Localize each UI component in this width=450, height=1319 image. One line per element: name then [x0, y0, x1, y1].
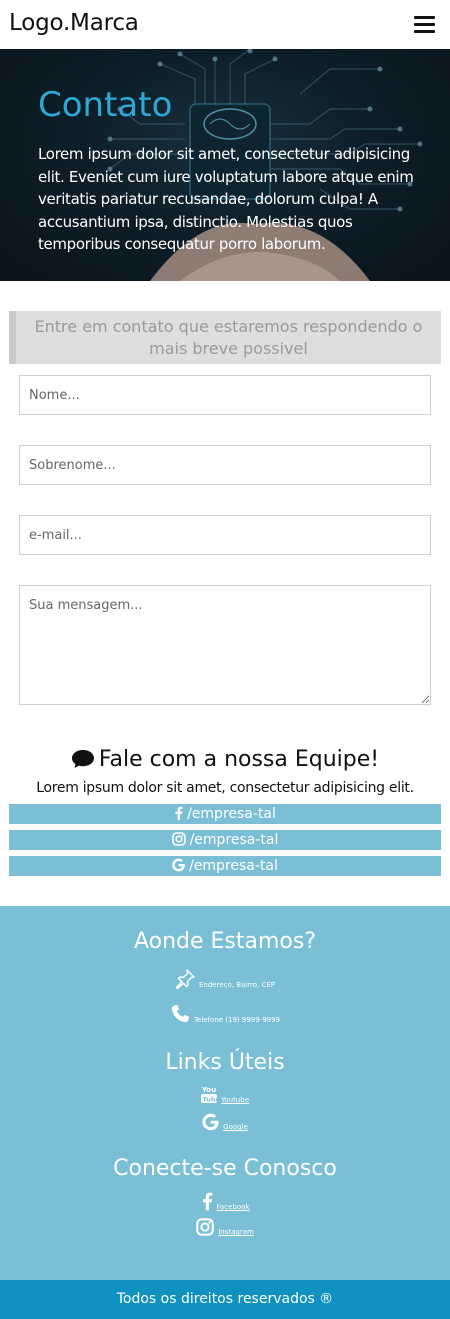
social-link-label: /empresa-tal: [189, 832, 279, 848]
address-item: Endereço, Bairro, CEP: [0, 969, 450, 989]
youtube-icon: You Tube: [201, 1086, 218, 1104]
svg-text:You: You: [201, 1086, 216, 1094]
footer-link-facebook[interactable]: Facebook: [0, 1191, 450, 1211]
footer-link-google[interactable]: Google: [0, 1113, 450, 1131]
team-title-text: Fale com a nossa Equipe!: [98, 747, 380, 772]
brand-logo[interactable]: Logo.Marca: [9, 10, 139, 36]
hero-description: Lorem ipsum dolor sit amet, consectetur …: [38, 145, 414, 253]
first-name-input[interactable]: [19, 375, 431, 415]
instagram-icon: [196, 1218, 214, 1236]
contact-notice: Entre em contato que estaremos responden…: [9, 311, 441, 364]
instagram-icon: [171, 832, 186, 846]
pushpin-icon: [175, 969, 195, 989]
social-link-google[interactable]: /empresa-tal: [9, 856, 441, 876]
copyright-bar: Todos os direitos reservados ®: [0, 1280, 450, 1319]
page-title: Contato: [38, 85, 173, 125]
chat-bubble-icon: [71, 750, 94, 768]
facebook-icon: [202, 1192, 212, 1211]
last-name-input[interactable]: [19, 445, 431, 485]
google-icon: [172, 858, 185, 872]
social-link-label: /empresa-tal: [189, 858, 278, 874]
phone-item: Telefone (19) 9999-9999: [0, 1004, 450, 1024]
navbar: Logo.Marca: [0, 0, 450, 49]
footer-link-label[interactable]: Youtube: [221, 1096, 249, 1104]
phone-text: Telefone (19) 9999-9999: [193, 1016, 281, 1024]
footer-link-label[interactable]: Instagram: [218, 1228, 254, 1236]
footer: Aonde Estamos? Endereço, Bairro, CEP Tel…: [0, 906, 450, 1280]
location-heading: Aonde Estamos?: [133, 929, 317, 954]
hero-banner: Contato Lorem ipsum dolor sit amet, cons…: [0, 49, 450, 281]
footer-link-label[interactable]: Google: [223, 1123, 248, 1131]
hamburger-icon[interactable]: [414, 16, 435, 33]
message-textarea[interactable]: [19, 585, 431, 705]
social-link-facebook[interactable]: /empresa-tal: [9, 804, 441, 824]
team-heading: Fale com a nossa Equipe!: [0, 747, 450, 772]
svg-text:Tube: Tube: [203, 1096, 218, 1104]
google-icon: [202, 1113, 219, 1131]
facebook-icon: [175, 806, 183, 820]
phone-icon: [171, 1005, 189, 1023]
footer-link-instagram[interactable]: Instagram: [0, 1218, 450, 1236]
footer-link-youtube[interactable]: You Tube Youtube: [0, 1084, 450, 1104]
email-input[interactable]: [19, 515, 431, 555]
address-text: Endereço, Bairro, CEP: [198, 981, 275, 989]
social-link-label: /empresa-tal: [187, 806, 276, 822]
footer-link-label[interactable]: Facebook: [217, 1203, 250, 1211]
connect-heading: Conecte-se Conosco: [113, 1156, 337, 1181]
useful-links-heading: Links Úteis: [165, 1050, 285, 1075]
team-description: Lorem ipsum dolor sit amet, consectetur …: [36, 780, 414, 796]
social-link-instagram[interactable]: /empresa-tal: [9, 830, 441, 850]
